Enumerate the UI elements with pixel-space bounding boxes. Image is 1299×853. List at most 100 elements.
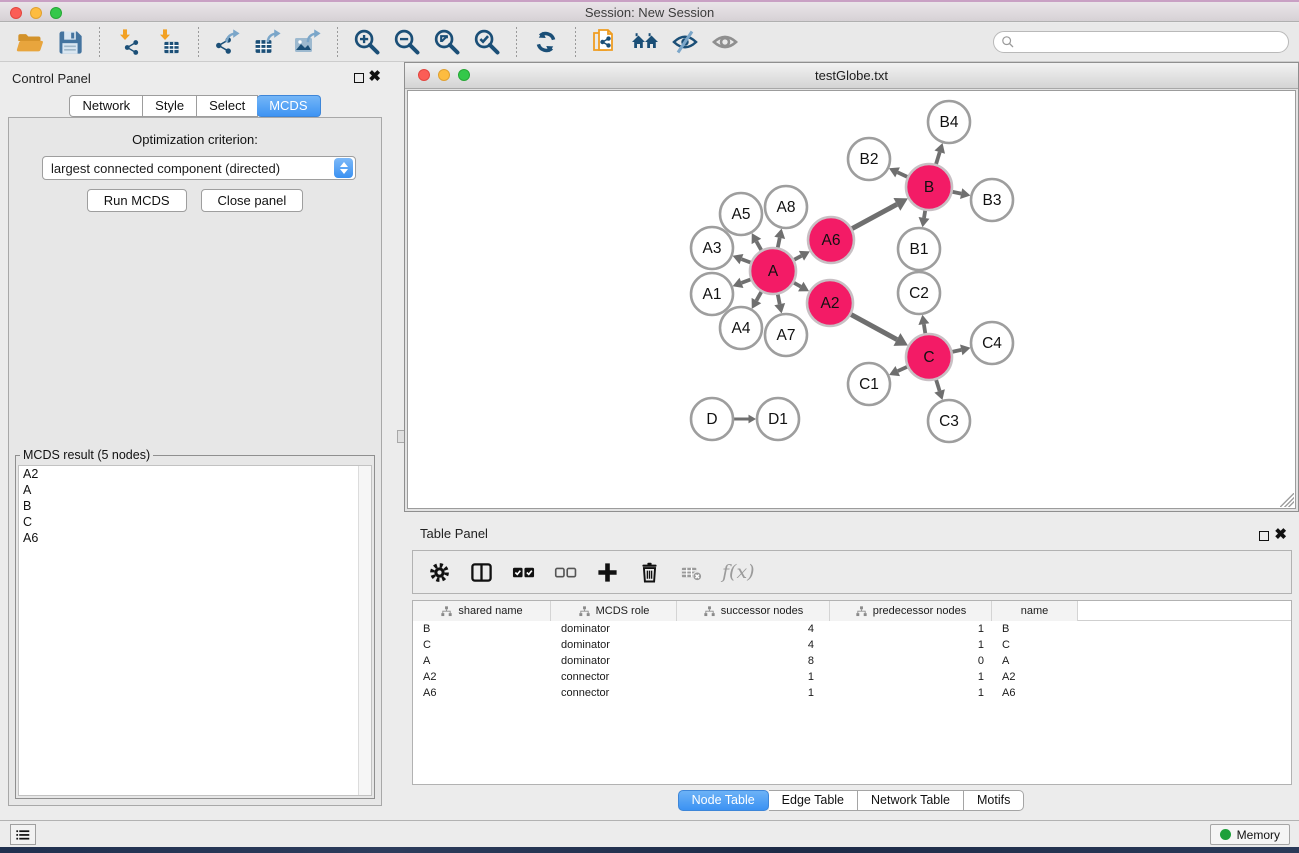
table-cell[interactable]: 1 bbox=[830, 637, 992, 653]
task-history-button[interactable] bbox=[10, 824, 36, 845]
node-A1[interactable]: A1 bbox=[691, 273, 733, 315]
network-graph[interactable]: B4B2BB3A5A8A6B1A3AC2A1A2A4A7C4CC1DD1C3 bbox=[408, 91, 1297, 510]
table-cell[interactable]: 8 bbox=[677, 653, 830, 669]
node-C1[interactable]: C1 bbox=[848, 363, 890, 405]
tab-network-table[interactable]: Network Table bbox=[858, 790, 964, 811]
table-row[interactable]: A6connector11A6 bbox=[413, 685, 1291, 701]
tab-network[interactable]: Network bbox=[69, 95, 143, 117]
table-cell[interactable]: A2 bbox=[413, 669, 551, 685]
network-canvas[interactable]: B4B2BB3A5A8A6B1A3AC2A1A2A4A7C4CC1DD1C3 bbox=[407, 90, 1296, 509]
table-cell[interactable]: 1 bbox=[677, 669, 830, 685]
close-panel-icon[interactable]: ✖ bbox=[368, 67, 381, 87]
table-cell[interactable]: connector bbox=[551, 669, 677, 685]
edge-C-C1[interactable] bbox=[898, 366, 908, 371]
float-panel-icon[interactable] bbox=[354, 73, 364, 83]
homes-icon[interactable] bbox=[631, 28, 659, 56]
resize-grip[interactable] bbox=[1280, 493, 1294, 507]
zoom-fit-icon[interactable] bbox=[433, 28, 461, 56]
zoom-selected-icon[interactable] bbox=[473, 28, 501, 56]
function-builder-icon[interactable]: f(x) bbox=[722, 561, 755, 583]
column-header-name[interactable]: name bbox=[992, 601, 1078, 621]
table-cell[interactable]: A2 bbox=[992, 669, 1078, 685]
optimization-criterion-dropdown[interactable]: largest connected component (directed) bbox=[42, 156, 356, 180]
mcds-result-list[interactable]: A2ABCA6 bbox=[18, 465, 372, 796]
node-B4[interactable]: B4 bbox=[928, 101, 970, 143]
import-table-icon[interactable] bbox=[155, 28, 183, 56]
edge-A-A2[interactable] bbox=[793, 282, 801, 286]
network-window-titlebar[interactable]: testGlobe.txt bbox=[405, 63, 1298, 89]
node-A[interactable]: A bbox=[750, 248, 796, 294]
search-input[interactable] bbox=[1016, 33, 1288, 51]
table-cell[interactable]: 1 bbox=[830, 621, 992, 637]
table-cell[interactable]: 1 bbox=[830, 669, 992, 685]
table-cell[interactable]: A6 bbox=[413, 685, 551, 701]
edge-C-C2[interactable] bbox=[924, 324, 926, 334]
table-row[interactable]: A2connector11A2 bbox=[413, 669, 1291, 685]
edge-B-B4[interactable] bbox=[936, 152, 940, 165]
table-cell[interactable]: A bbox=[992, 653, 1078, 669]
node-D1[interactable]: D1 bbox=[757, 398, 799, 440]
delete-row-icon[interactable] bbox=[638, 561, 661, 584]
table-cell[interactable]: connector bbox=[551, 685, 677, 701]
search-box[interactable] bbox=[993, 31, 1289, 53]
node-table[interactable]: shared nameMCDS rolesuccessor nodesprede… bbox=[412, 600, 1292, 785]
mcds-result-item[interactable]: B bbox=[19, 498, 371, 514]
edge-A-A5[interactable] bbox=[756, 241, 761, 250]
table-cell[interactable]: C bbox=[992, 637, 1078, 653]
select-all-icon[interactable] bbox=[512, 561, 535, 584]
zoom-out-icon[interactable] bbox=[393, 28, 421, 56]
memory-button[interactable]: Memory bbox=[1210, 824, 1290, 845]
edge-A-A7[interactable] bbox=[778, 294, 780, 305]
edge-A-A8[interactable] bbox=[778, 238, 780, 249]
eye-slash-icon[interactable] bbox=[671, 28, 699, 56]
column-header-successor-nodes[interactable]: successor nodes bbox=[677, 601, 830, 621]
node-D[interactable]: D bbox=[691, 398, 733, 440]
settings-icon[interactable] bbox=[428, 561, 451, 584]
import-network-icon[interactable] bbox=[115, 28, 143, 56]
edge-A-A3[interactable] bbox=[741, 259, 751, 263]
tab-select[interactable]: Select bbox=[197, 95, 258, 117]
node-A7[interactable]: A7 bbox=[765, 314, 807, 356]
close-table-panel-icon[interactable]: ✖ bbox=[1274, 525, 1287, 545]
mcds-result-item[interactable]: A6 bbox=[19, 530, 371, 546]
node-A8[interactable]: A8 bbox=[765, 186, 807, 228]
table-cell[interactable]: 4 bbox=[677, 621, 830, 637]
tab-edge-table[interactable]: Edge Table bbox=[769, 790, 858, 811]
refresh-icon[interactable] bbox=[532, 28, 560, 56]
edge-C-C3[interactable] bbox=[936, 379, 940, 391]
table-cell[interactable]: dominator bbox=[551, 621, 677, 637]
table-cell[interactable]: dominator bbox=[551, 653, 677, 669]
table-cell[interactable]: A bbox=[413, 653, 551, 669]
node-C2[interactable]: C2 bbox=[898, 272, 940, 314]
run-mcds-button[interactable]: Run MCDS bbox=[87, 189, 187, 212]
column-header-MCDS-role[interactable]: MCDS role bbox=[551, 601, 677, 621]
close-panel-button[interactable]: Close panel bbox=[201, 189, 304, 212]
mcds-result-item[interactable]: A bbox=[19, 482, 371, 498]
node-A5[interactable]: A5 bbox=[720, 193, 762, 235]
tab-mcds[interactable]: MCDS bbox=[257, 95, 320, 117]
table-cell[interactable]: 0 bbox=[830, 653, 992, 669]
result-scrollbar[interactable] bbox=[358, 466, 371, 795]
column-header-predecessor-nodes[interactable]: predecessor nodes bbox=[830, 601, 992, 621]
column-header-shared-name[interactable]: shared name bbox=[413, 601, 551, 621]
open-session-icon[interactable] bbox=[16, 28, 44, 56]
node-C3[interactable]: C3 bbox=[928, 400, 970, 442]
columns-icon[interactable] bbox=[470, 561, 493, 584]
eye-icon[interactable] bbox=[711, 28, 739, 56]
table-cell[interactable]: 1 bbox=[677, 685, 830, 701]
mcds-result-item[interactable]: C bbox=[19, 514, 371, 530]
table-cell[interactable]: dominator bbox=[551, 637, 677, 653]
node-A2[interactable]: A2 bbox=[807, 280, 853, 326]
node-C[interactable]: C bbox=[906, 334, 952, 380]
deselect-all-icon[interactable] bbox=[554, 561, 577, 584]
table-cell[interactable]: C bbox=[413, 637, 551, 653]
tab-motifs[interactable]: Motifs bbox=[964, 790, 1024, 811]
node-A3[interactable]: A3 bbox=[691, 227, 733, 269]
edge-B-B2[interactable] bbox=[898, 172, 909, 177]
add-row-icon[interactable] bbox=[596, 561, 619, 584]
node-B[interactable]: B bbox=[906, 164, 952, 210]
edge-A-A1[interactable] bbox=[741, 279, 751, 283]
edge-A2-C[interactable] bbox=[850, 314, 897, 340]
delete-table-icon[interactable] bbox=[680, 561, 703, 584]
node-A4[interactable]: A4 bbox=[720, 307, 762, 349]
